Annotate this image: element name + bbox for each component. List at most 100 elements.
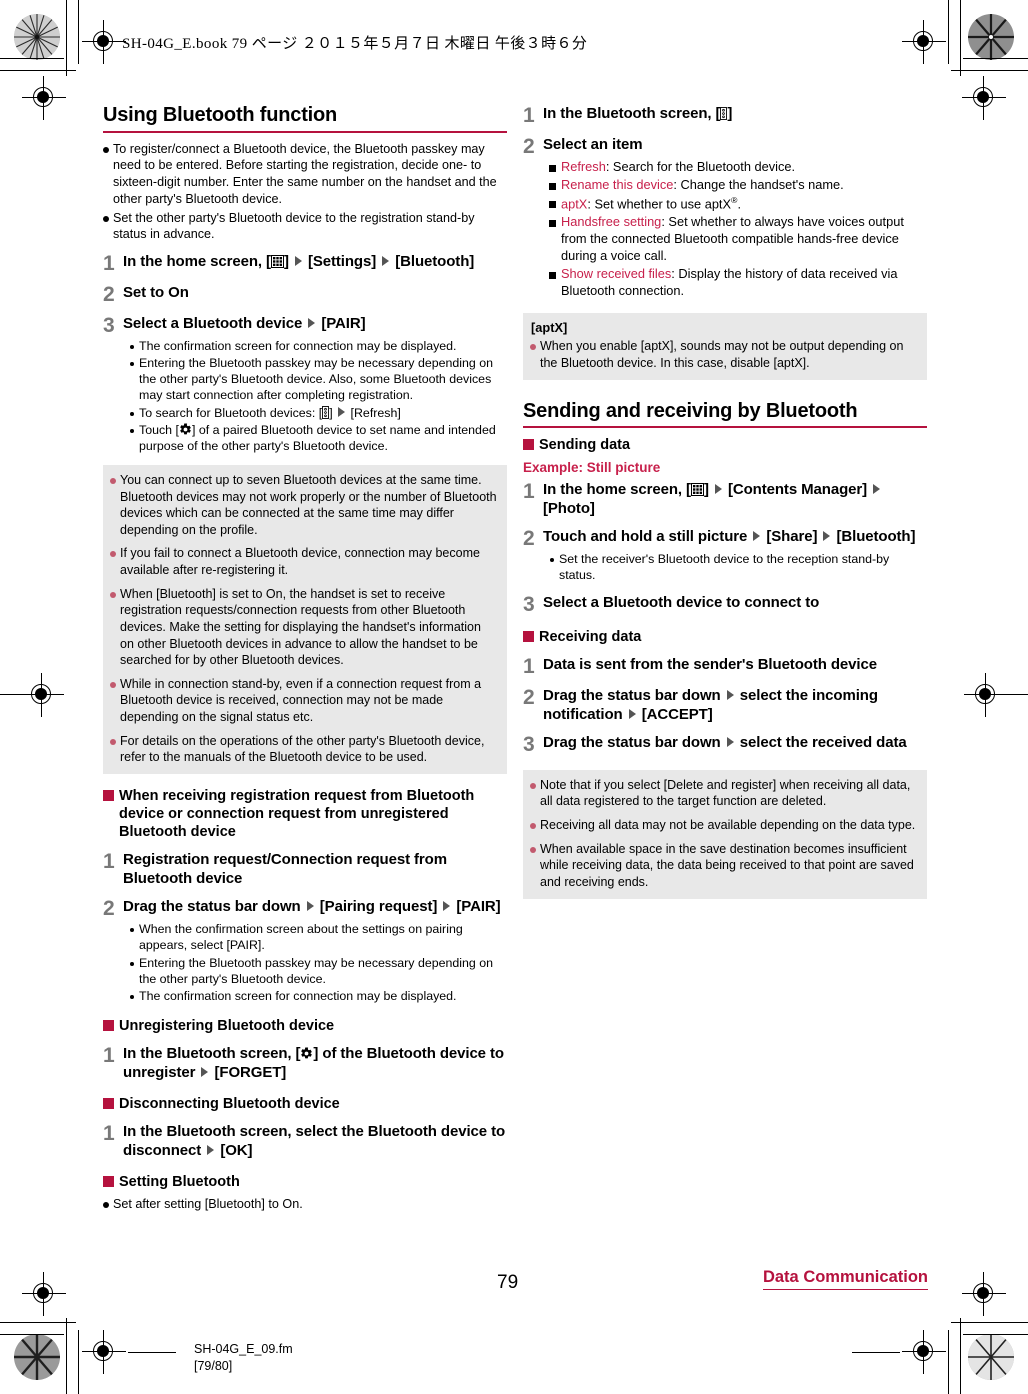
menu-item: Refresh: Search for the Bluetooth device… — [549, 159, 927, 176]
gear-icon — [179, 423, 192, 436]
step-text-part: [Share] — [762, 528, 822, 546]
step-text-part: [FORGET] — [210, 1064, 287, 1082]
note-text: For details on the operations of the oth… — [120, 733, 485, 765]
list-item-text-part: ] — [329, 405, 337, 420]
step-text-part: Select a Bluetooth device — [123, 315, 307, 332]
note-text: Note that if you select [Delete and regi… — [540, 777, 911, 809]
step-3-bullet-list: The confirmation screen for connection m… — [130, 338, 507, 454]
step-text-part: [Photo] — [543, 500, 595, 518]
list-item: Set the receiver's Bluetooth device to t… — [550, 551, 927, 583]
note-item: While in connection stand-by, even if a … — [110, 676, 498, 726]
step-text: Data is sent from the sender's Bluetooth… — [543, 655, 877, 673]
menu-item-desc: : Change the handset's name. — [673, 176, 844, 192]
step-number: 1 — [523, 104, 535, 127]
bullet-dot-icon — [103, 1201, 109, 1208]
step-text-part: select the received data — [735, 733, 907, 751]
menu-item: Rename this device: Change the handset's… — [549, 177, 927, 194]
note-item: When [Bluetooth] is set to On, the hands… — [110, 586, 498, 669]
step-text-part: [Contents Manager] — [723, 481, 872, 499]
step-text-part: ] — [703, 481, 713, 499]
step-text-part: In the home screen, [ — [543, 481, 691, 499]
step-text-part: In the Bluetooth screen, [ — [543, 105, 721, 122]
step-text-part: [PAIR] — [317, 315, 366, 332]
square-marker-icon — [103, 1176, 114, 1188]
square-marker-icon — [103, 1019, 114, 1031]
list-item-text: Entering the Bluetooth passkey may be ne… — [139, 955, 494, 986]
intro-bullet-text: To register/connect a Bluetooth device, … — [113, 141, 497, 206]
step-number: 2 — [103, 283, 115, 306]
menu-item-name: aptX — [561, 196, 588, 212]
subsection-heading-sending-data: Sending data — [523, 436, 927, 454]
list-item-text: The confirmation screen for connection m… — [139, 339, 457, 353]
arrow-right-icon — [206, 1142, 215, 1156]
bullet-dot-icon — [530, 823, 536, 830]
step-1: 1 Data is sent from the sender's Bluetoo… — [523, 655, 927, 677]
list-item: Entering the Bluetooth passkey may be ne… — [130, 355, 507, 403]
step-1: 1 Registration request/Connection reques… — [103, 850, 507, 888]
arrow-right-icon — [307, 315, 316, 328]
arrow-right-icon — [381, 253, 390, 266]
list-item: The confirmation screen for connection m… — [130, 988, 507, 1004]
step-number: 1 — [103, 1044, 115, 1068]
step-2: 2 Select an item — [523, 135, 927, 157]
chapter-tag: Data Communication — [762, 1268, 928, 1290]
menu-item-list: Refresh: Search for the Bluetooth device… — [549, 159, 927, 299]
list-item-text: When the confirmation screen about the s… — [139, 922, 463, 953]
step-text-part: ] — [727, 105, 733, 122]
subsection-title: Disconnecting Bluetooth device — [119, 1096, 340, 1113]
step-number: 1 — [103, 252, 115, 275]
list-item: Touch [] of a paired Bluetooth device to… — [130, 422, 507, 454]
menu-item-name: Refresh — [561, 159, 606, 174]
step-text-part: [OK] — [216, 1142, 253, 1160]
menu-item-desc: : Set whether to use aptX — [587, 196, 732, 212]
bullet-dot-icon — [103, 215, 109, 222]
step-text: Set to On — [123, 284, 189, 301]
step-text-part: Drag the status bar down — [543, 733, 725, 751]
bullet-dot-icon — [110, 738, 116, 745]
right-column: 1 In the Bluetooth screen, [] 2 Select a… — [523, 104, 927, 899]
page-content: Using Bluetooth function To register/con… — [0, 0, 1028, 1394]
page-number: 79 — [497, 1272, 519, 1293]
step-number: 2 — [523, 135, 535, 158]
note-box-title: [aptX] — [531, 320, 568, 336]
subsection-title: Setting Bluetooth — [119, 1174, 240, 1191]
bullet-dot-icon — [130, 961, 134, 966]
menu-item-name: Handsfree setting — [561, 213, 662, 229]
setting-bluetooth-bullet: Set after setting [Bluetooth] to On. — [103, 1196, 507, 1213]
note-box-aptx: [aptX] When you enable [aptX], sounds ma… — [523, 313, 927, 380]
bullet-dot-icon — [530, 846, 536, 853]
step-number: 2 — [103, 897, 115, 921]
square-bullet-icon — [549, 219, 556, 227]
list-item-text: To search for Bluetooth devices: [] [Ref… — [139, 405, 401, 421]
arrow-right-icon — [306, 898, 315, 912]
arrow-right-icon — [726, 734, 735, 747]
note-text: While in connection stand-by, even if a … — [120, 676, 482, 724]
step-text: In the Bluetooth screen, select the Blue… — [123, 1122, 507, 1160]
menu-item-desc: : Search for the Bluetooth device. — [605, 159, 796, 174]
step-text: Drag the status bar down select the inco… — [543, 686, 927, 724]
arrow-right-icon — [872, 481, 881, 495]
step-2: 2 Drag the status bar down [Pairing requ… — [103, 897, 507, 919]
arrow-right-icon — [294, 253, 303, 266]
intro-bullet: To register/connect a Bluetooth device, … — [103, 141, 507, 208]
step-number: 3 — [103, 314, 115, 337]
step-2: 2 Drag the status bar down select the in… — [523, 686, 927, 724]
note-item: For details on the operations of the oth… — [110, 733, 498, 766]
step-number: 3 — [523, 592, 535, 616]
step-2: 2 Touch and hold a still picture [Share]… — [523, 527, 927, 549]
bullet-dot-icon — [130, 928, 134, 933]
step-text: In the home screen, [] [Settings] [Bluet… — [123, 252, 474, 271]
menu-item-line: Show received files: Display the history… — [561, 266, 927, 300]
step-text: Touch and hold a still picture [Share] [… — [543, 527, 915, 546]
list-item: When the confirmation screen about the s… — [130, 921, 507, 953]
bullet-dot-icon — [130, 362, 134, 367]
arrow-right-icon — [200, 1064, 209, 1078]
menu-item-name: Show received files — [561, 265, 672, 281]
menu-item-name: Rename this device — [561, 176, 674, 192]
step-2-bullet-list: When the confirmation screen about the s… — [130, 921, 507, 1004]
subsection-heading-disconnecting: Disconnecting Bluetooth device — [103, 1095, 507, 1113]
step-text-part: ] — [283, 253, 293, 270]
bullet-dot-icon — [130, 411, 134, 416]
step-text-part: [PAIR] — [452, 898, 501, 916]
note-item: You can connect up to seven Bluetooth de… — [110, 472, 498, 539]
